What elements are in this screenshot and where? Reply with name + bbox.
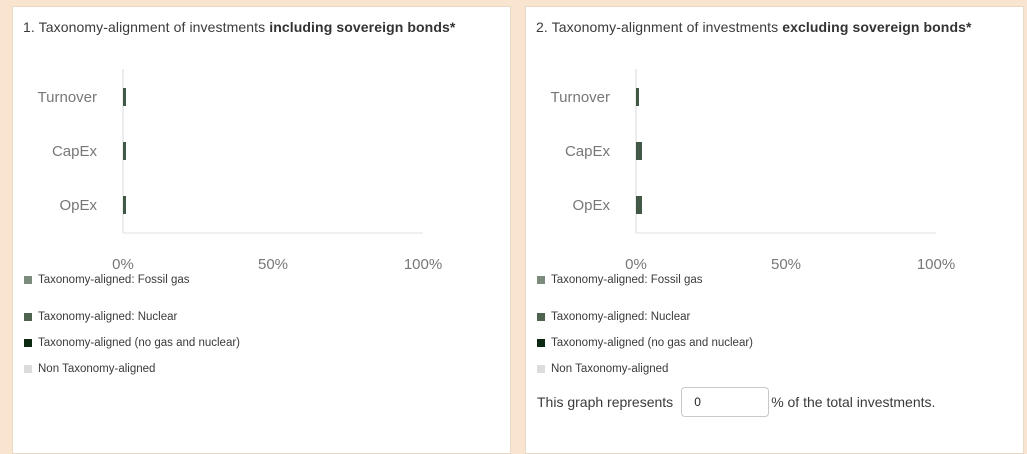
chart-panel-including-sovereign-bonds: 1. Taxonomy-alignment of investments inc… [12, 6, 511, 454]
legend-item: Taxonomy-aligned (no gas and nuclear) [24, 337, 240, 349]
category-label: OpEx [59, 197, 97, 214]
legend-swatch [537, 276, 545, 284]
legend-label: Taxonomy-aligned (no gas and nuclear) [38, 337, 241, 349]
x-tick-label: 50% [258, 256, 288, 273]
legend-swatch [24, 365, 32, 373]
category-label: CapEx [565, 143, 611, 160]
chart-panel-excluding-sovereign-bonds: 2. Taxonomy-alignment of investments exc… [525, 6, 1024, 454]
represents-percentage-input[interactable] [681, 387, 770, 417]
legend-item: Taxonomy-aligned: Nuclear [24, 311, 177, 323]
category-label: Turnover [551, 89, 610, 106]
chart-svg: Turnover CapEx OpEx 0% 50% 100% [551, 69, 955, 273]
chart-title: 1. Taxonomy-alignment of investments inc… [23, 19, 456, 35]
x-tick-label: 100% [917, 256, 955, 273]
legend-label: Taxonomy-aligned: Fossil gas [38, 274, 190, 286]
bar-segment [636, 196, 642, 214]
legend-item: Taxonomy-aligned (no gas and nuclear) [537, 337, 753, 349]
legend-item: Taxonomy-aligned: Fossil gas [24, 274, 190, 286]
x-tick-label: 0% [112, 256, 134, 273]
represents-prefix: This graph represents [537, 394, 674, 410]
x-tick-label: 50% [771, 256, 801, 273]
bar-segment [123, 196, 126, 214]
legend-item: Non Taxonomy-aligned [537, 363, 668, 375]
category-label: Turnover [38, 89, 97, 106]
category-label: CapEx [52, 143, 98, 160]
legend-swatch [24, 313, 32, 321]
legend-label: Taxonomy-aligned: Fossil gas [551, 274, 703, 286]
legend-label: Taxonomy-aligned: Nuclear [38, 311, 178, 323]
legend-swatch [24, 339, 32, 347]
legend-label: Non Taxonomy-aligned [38, 363, 156, 375]
legend-swatch [537, 339, 545, 347]
chart-svg: Turnover CapEx OpEx 0% 50% 100% [38, 69, 442, 273]
legend-item: Taxonomy-aligned: Fossil gas [537, 274, 703, 286]
legend-item: Taxonomy-aligned: Nuclear [537, 311, 690, 323]
represents-suffix: % of the total investments. [771, 394, 936, 410]
chart-title: 2. Taxonomy-alignment of investments exc… [536, 19, 972, 35]
legend-swatch [537, 313, 545, 321]
x-tick-label: 0% [625, 256, 647, 273]
bar-segment [123, 142, 126, 160]
legend-item: Non Taxonomy-aligned [24, 363, 155, 375]
legend-label: Non Taxonomy-aligned [551, 363, 669, 375]
legend-label: Taxonomy-aligned: Nuclear [551, 311, 691, 323]
graph-represents-row: This graph represents % of the total inv… [537, 387, 935, 417]
legend-label: Taxonomy-aligned (no gas and nuclear) [551, 337, 754, 349]
bar-chart: Turnover CapEx OpEx 0% 50% 100% [526, 55, 1025, 279]
bar-segment [636, 88, 639, 106]
legend-swatch [537, 365, 545, 373]
legend-swatch [24, 276, 32, 284]
bar-segment [636, 142, 642, 160]
x-tick-label: 100% [404, 256, 442, 273]
bar-chart: Turnover CapEx OpEx 0% 50% 100% [13, 55, 512, 279]
bar-segment [123, 88, 126, 106]
category-label: OpEx [572, 197, 610, 214]
